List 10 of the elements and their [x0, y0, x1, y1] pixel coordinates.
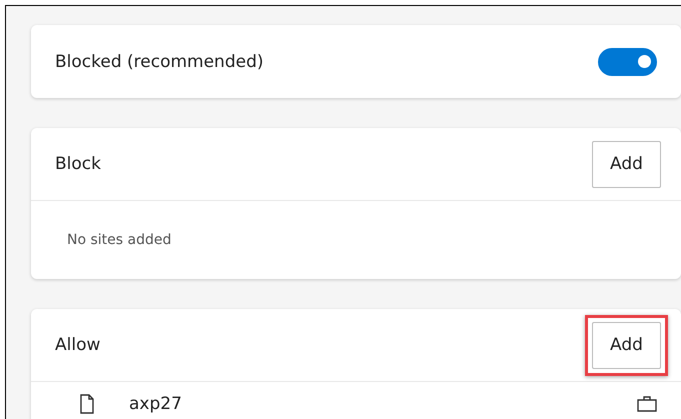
add-button[interactable]: Add [592, 322, 661, 368]
toggle-switch[interactable] [598, 48, 657, 76]
briefcase-icon[interactable] [637, 396, 657, 412]
section-title: Block [55, 154, 101, 174]
add-button[interactable]: Add [592, 140, 661, 188]
document-icon [79, 394, 95, 414]
empty-message: No sites added [67, 232, 172, 248]
section-title: Allow [55, 335, 100, 355]
setting-label: Blocked (recommended) [55, 52, 264, 72]
site-name: axp27 [129, 394, 183, 414]
